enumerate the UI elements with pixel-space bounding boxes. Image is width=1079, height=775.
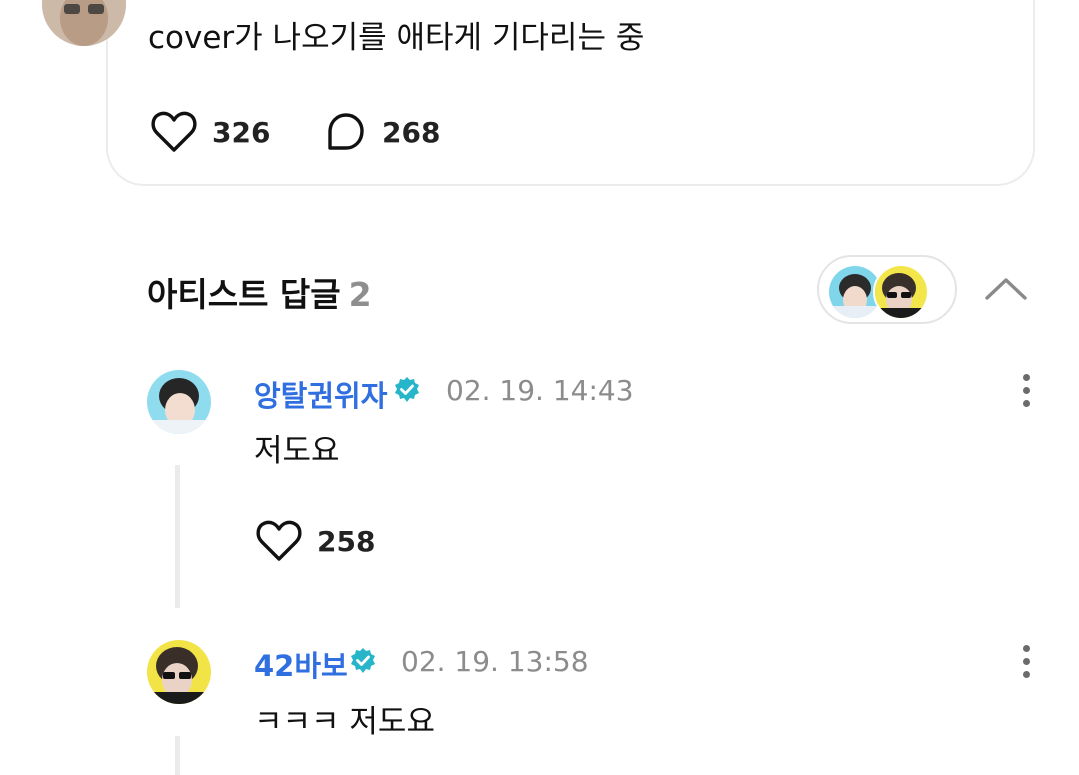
chevron-up-icon [985,278,1027,300]
reply-avatar[interactable] [147,370,211,434]
reply-more-button[interactable] [1016,645,1036,685]
artist-replies-count: 2 [348,275,372,314]
verified-badge-icon [351,648,375,673]
reply-text: 저도요 [254,433,340,469]
reply-timestamp: 02. 19. 14:43 [446,374,634,407]
artist-replies-title: 아티스트 답글 2 [147,268,372,316]
more-vertical-icon [1022,645,1030,652]
thread-line [175,736,180,775]
post-comment-count: 268 [382,115,441,149]
reply-like-count: 258 [317,524,376,558]
more-vertical-icon [1022,374,1030,381]
artist-avatars-pill[interactable] [817,255,957,324]
post-like-button[interactable]: 326 [150,110,270,154]
post-comment-button[interactable]: 268 [324,110,440,154]
verified-badge-icon [395,377,419,402]
reply-author-name[interactable]: 42바보 [254,643,348,685]
reply-author-name[interactable]: 앙탈권위자 [254,373,387,415]
artist-avatar-2 [873,264,929,320]
comment-bubble-icon [328,113,364,150]
reply-timestamp: 02. 19. 13:58 [401,645,589,678]
thread-line [175,465,180,608]
collapse-artist-replies-button[interactable] [982,270,1030,308]
reply-text: ㅋㅋㅋ 저도요 [254,704,435,740]
reply-avatar[interactable] [147,640,211,704]
heart-icon [151,111,197,152]
reply-more-button[interactable] [1016,374,1036,414]
heart-icon [256,520,302,561]
reply-like-button[interactable]: 258 [255,519,375,563]
post-like-count: 326 [212,115,271,149]
post-text: cover가 나오기를 애타게 기다리는 중 [148,20,645,56]
artist-replies-label: 아티스트 답글 [147,275,341,314]
